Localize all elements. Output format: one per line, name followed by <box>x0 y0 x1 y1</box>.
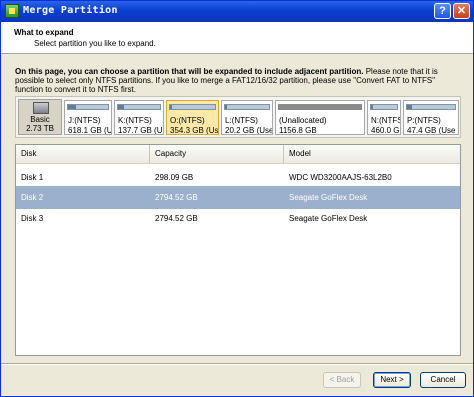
model-cell: Seagate GoFlex Desk <box>289 214 368 223</box>
partition-label: J:(NTFS) <box>68 116 101 125</box>
partition-detail: 1156.8 GB <box>279 126 317 135</box>
back-button[interactable]: < Back <box>323 372 361 388</box>
header-title: What to expand <box>14 28 74 37</box>
usage-bar <box>117 104 161 110</box>
title-bar[interactable]: Merge Partition ? ✕ <box>1 1 473 22</box>
partition-label: O:(NTFS) <box>170 116 205 125</box>
partition-map: Basic 2.73 TB J:(NTFS) 618.1 GB (Us K:(N… <box>15 96 461 138</box>
capacity-cell: 2794.52 GB <box>155 214 198 223</box>
partition-block[interactable]: P:(NTFS) 47.4 GB (Use <box>403 100 459 135</box>
partition-label: P:(NTFS) <box>407 116 441 125</box>
partition-block[interactable]: K:(NTFS) 137.7 GB (Use <box>114 100 164 135</box>
partition-detail: 20.2 GB (Usec <box>225 126 273 135</box>
usage-bar <box>67 104 109 110</box>
window-title: Merge Partition <box>23 5 118 16</box>
close-button[interactable]: ✕ <box>453 3 470 19</box>
usage-bar <box>224 104 270 110</box>
next-button[interactable]: Next > <box>373 372 411 388</box>
partition-label: L:(NTFS) <box>225 116 258 125</box>
page-description: On this page, you can choose a partition… <box>15 67 465 94</box>
disk-cell: Disk 2 <box>21 193 44 202</box>
partition-block[interactable]: N:(NTFS) 460.0 GB <box>367 100 401 135</box>
description-bold: On this page, you can choose a partition… <box>15 67 364 76</box>
table-row[interactable]: Disk 2 2794.52 GB Seagate GoFlex Desk <box>16 186 460 209</box>
column-header-model[interactable]: Model <box>284 145 460 163</box>
usage-fill <box>407 105 412 109</box>
partition-block[interactable]: L:(NTFS) 20.2 GB (Usec <box>221 100 273 135</box>
wizard-header: What to expand Select partition you like… <box>1 22 473 54</box>
footer-divider <box>1 363 473 365</box>
partition-label: K:(NTFS) <box>118 116 152 125</box>
cancel-button[interactable]: Cancel <box>420 372 466 388</box>
disk-cell: Disk 3 <box>21 214 44 223</box>
partition-detail: 618.1 GB (Us <box>68 126 112 135</box>
partition-label: N:(NTFS) <box>371 116 400 125</box>
close-icon: ✕ <box>456 5 467 17</box>
header-subtitle: Select partition you like to expand. <box>34 39 156 48</box>
usage-fill <box>279 105 361 109</box>
hard-disk-icon <box>33 102 49 114</box>
partition-detail: 47.4 GB (Use <box>407 126 456 135</box>
partition-detail: 460.0 GB <box>371 126 400 135</box>
partition-detail: 354.3 GB (Use <box>170 126 219 135</box>
table-row[interactable]: Disk 3 2794.52 GB Seagate GoFlex Desk <box>16 207 460 230</box>
usage-bar <box>169 104 216 110</box>
usage-fill <box>68 105 76 109</box>
partition-block[interactable]: (Unallocated) 1156.8 GB <box>275 100 365 135</box>
partition-block[interactable]: O:(NTFS) 354.3 GB (Use <box>166 100 219 135</box>
capacity-cell: 2794.52 GB <box>155 193 198 202</box>
disk-table: Disk Capacity Model Disk 1 298.09 GB WDC… <box>15 144 461 356</box>
disk-size: 2.73 TB <box>26 124 54 133</box>
column-header-capacity[interactable]: Capacity <box>150 145 284 163</box>
model-cell: Seagate GoFlex Desk <box>289 193 368 202</box>
usage-bar <box>370 104 398 110</box>
partition-label: (Unallocated) <box>279 116 327 125</box>
column-header-disk[interactable]: Disk <box>16 145 150 163</box>
usage-fill <box>170 105 173 109</box>
usage-bar <box>406 104 456 110</box>
help-button[interactable]: ? <box>434 3 451 19</box>
partition-block[interactable]: J:(NTFS) 618.1 GB (Us <box>64 100 112 135</box>
usage-fill <box>225 105 228 109</box>
usage-fill <box>371 105 374 109</box>
partition-detail: 137.7 GB (Use <box>118 126 163 135</box>
usage-fill <box>118 105 125 109</box>
question-icon: ? <box>439 5 446 17</box>
usage-bar <box>278 104 362 110</box>
table-header: Disk Capacity Model <box>16 145 460 164</box>
disk-type: Basic <box>30 115 50 124</box>
merge-partition-window: Merge Partition ? ✕ What to expand Selec… <box>0 0 474 397</box>
app-icon <box>5 4 19 18</box>
disk-summary[interactable]: Basic 2.73 TB <box>18 99 62 135</box>
